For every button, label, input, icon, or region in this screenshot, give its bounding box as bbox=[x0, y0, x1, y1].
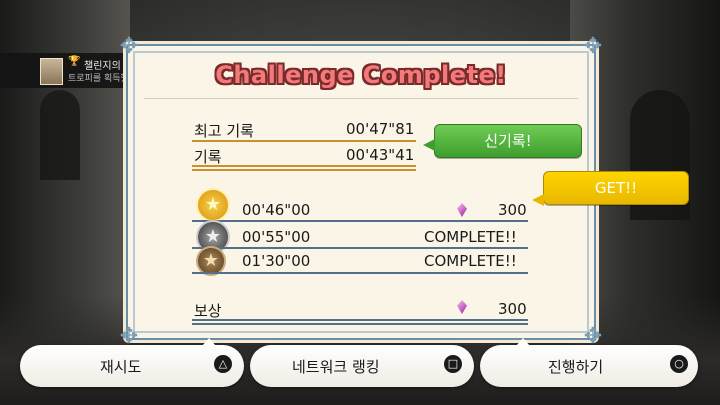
record-underline bbox=[192, 165, 416, 171]
gold-medal-icon: ★ bbox=[196, 188, 230, 222]
new-record-text: 신기록! bbox=[484, 132, 532, 150]
silver-medal-time: 00'55"00 bbox=[242, 228, 311, 246]
panel-title: Challenge Complete! bbox=[215, 61, 507, 89]
reward-underline bbox=[192, 319, 528, 325]
bronze-row-underline bbox=[192, 272, 528, 274]
gold-medal-result: 300 bbox=[498, 201, 527, 219]
gold-medal-time: 00'46"00 bbox=[242, 201, 311, 219]
reward-gem-icon bbox=[457, 300, 467, 314]
square-button-icon: □ bbox=[444, 355, 462, 373]
silver-row-underline bbox=[192, 247, 528, 249]
best-record-underline bbox=[192, 140, 416, 142]
best-record-time: 00'47"81 bbox=[346, 120, 415, 138]
silver-medal-result: COMPLETE!! bbox=[424, 228, 517, 246]
ornament-corner-icon: ✥ bbox=[583, 34, 603, 59]
reward-amount: 300 bbox=[498, 300, 527, 318]
best-record-label: 최고 기록 bbox=[194, 122, 254, 140]
record-label: 기록 bbox=[194, 148, 222, 166]
network-ranking-label: 네트워크 랭킹 bbox=[292, 358, 380, 376]
reward-label: 보상 bbox=[194, 302, 222, 320]
triangle-button-icon: △ bbox=[214, 355, 232, 373]
get-bubble: GET!! bbox=[532, 171, 689, 206]
result-panel: ✥ ✥ ✥ ✥ Challenge Complete! 최고 기록 00'47"… bbox=[120, 36, 602, 348]
record-time: 00'43"41 bbox=[346, 146, 415, 164]
button-notch bbox=[516, 338, 530, 346]
ornament-corner-icon: ✥ bbox=[119, 34, 139, 59]
new-record-bubble: 신기록! bbox=[423, 124, 582, 158]
network-ranking-button[interactable]: 네트워크 랭킹 □ bbox=[250, 345, 474, 387]
trophy-icon: 🏆 bbox=[68, 56, 81, 67]
bubble-tail bbox=[532, 194, 544, 206]
trophy-thumbnail bbox=[40, 58, 63, 85]
get-text: GET!! bbox=[594, 179, 638, 197]
bubble-tail bbox=[423, 139, 435, 151]
bronze-medal-time: 01'30"00 bbox=[242, 252, 311, 270]
circle-button-icon: ○ bbox=[670, 355, 688, 373]
button-notch bbox=[202, 338, 216, 346]
proceed-label: 진행하기 bbox=[548, 358, 604, 376]
bronze-medal-result: COMPLETE!! bbox=[424, 252, 517, 270]
retry-label: 재시도 bbox=[100, 358, 142, 376]
divider bbox=[144, 98, 578, 99]
gold-row-underline bbox=[192, 220, 528, 222]
retry-button[interactable]: 재시도 △ bbox=[20, 338, 244, 387]
gem-icon bbox=[457, 203, 467, 217]
proceed-button[interactable]: 진행하기 ○ bbox=[480, 338, 698, 387]
